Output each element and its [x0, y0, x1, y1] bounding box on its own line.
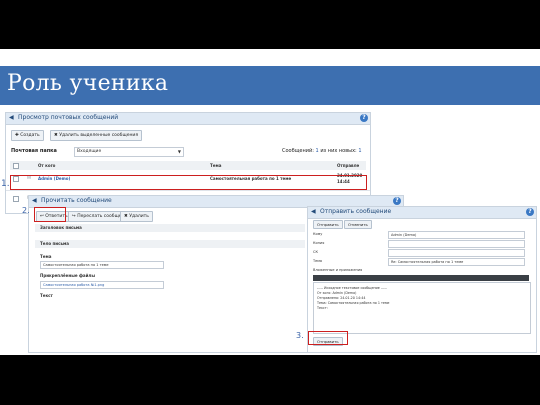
- slide-title: Роль ученика: [7, 71, 169, 96]
- create-icon: ✚: [15, 133, 19, 138]
- step-2-label: 2.: [22, 206, 30, 215]
- delete-selected-button[interactable]: ✖ Удалить выделенные сообщения: [50, 130, 143, 141]
- quote-line-5: Текст:: [317, 306, 328, 310]
- row-checkbox[interactable]: [13, 196, 19, 202]
- create-button[interactable]: ✚ Создать: [11, 130, 44, 141]
- new-count: 1: [358, 148, 362, 154]
- col-sent: Отправле: [337, 163, 360, 168]
- attachment-link[interactable]: Самостоятельная работа №1.png: [43, 283, 104, 287]
- letter-body-section: Тело письма: [35, 240, 305, 248]
- editor-toolbar[interactable]: [313, 275, 529, 281]
- attachment-field: Самостоятельная работа №1.png: [40, 281, 164, 289]
- cancel-label: Отменить: [348, 222, 368, 227]
- folder-label: Почтовая папка: [11, 148, 57, 154]
- highlight-send-button: [308, 331, 348, 345]
- messages-count-label: Сообщений: 1 из них новых: 1: [282, 148, 362, 154]
- viewer-title: Прочитать сообщение: [41, 197, 112, 204]
- viewer-delete-button[interactable]: ✖ Удалить: [120, 211, 153, 222]
- help-icon[interactable]: ?: [360, 114, 368, 122]
- col-from: От кого: [38, 163, 56, 168]
- quote-line-3: Отправлено: 24.01.20 14:44: [317, 296, 366, 300]
- quote-line-4: Тема: Самостоятельная работа по 1 теме: [317, 301, 390, 305]
- subject-field: Самостоятельная работа по 1 теме: [40, 261, 164, 269]
- highlight-message-row: [10, 175, 367, 190]
- attachments-label: Вложенные и приложения: [313, 268, 363, 272]
- reply-subject-field[interactable]: Re: Самостоятельная работа по 1 теме: [388, 258, 525, 266]
- message-editor[interactable]: ----- Исходное текстовое сообщение -----…: [313, 282, 531, 334]
- back-arrow-icon[interactable]: ◀: [32, 197, 37, 204]
- attachments-label: Прикреплённые файлы: [40, 273, 95, 278]
- messages-count: 1: [315, 148, 319, 154]
- delete-icon: ✖: [124, 214, 128, 219]
- folder-value: Входящие: [77, 149, 102, 154]
- send-button[interactable]: Отправить: [313, 220, 343, 229]
- subject-label: Тема: [40, 254, 52, 259]
- reply-subject-label: Тема: [313, 259, 323, 263]
- select-all-checkbox[interactable]: [13, 163, 19, 169]
- mailbox-title: Просмотр почтовых сообщений: [18, 114, 119, 121]
- quote-line-2: От кого: Admin (Demo): [317, 291, 357, 295]
- reply-header: ◀ Отправить сообщение ?: [308, 207, 536, 219]
- back-arrow-icon[interactable]: ◀: [9, 114, 14, 121]
- col-subject: Тема: [210, 163, 222, 168]
- row-divider: [6, 190, 370, 191]
- mailbox-header: ◀ Просмотр почтовых сообщений ?: [6, 113, 370, 125]
- hidden-copy-label: СК: [313, 250, 318, 254]
- hidden-copy-field[interactable]: [388, 249, 525, 257]
- help-icon[interactable]: ?: [526, 208, 534, 216]
- slide: Роль ученика ◀ Просмотр почтовых сообщен…: [0, 49, 540, 355]
- send-label: Отправить: [317, 222, 339, 227]
- copy-label: Копия: [313, 241, 325, 245]
- copy-field[interactable]: [388, 240, 525, 248]
- create-label: Создать: [20, 133, 40, 138]
- letter-header-title: Заголовок письма: [40, 225, 82, 230]
- back-arrow-icon[interactable]: ◀: [311, 208, 316, 215]
- help-icon[interactable]: ?: [393, 197, 401, 205]
- text-label: Текст: [40, 293, 53, 298]
- letter-header-section: Заголовок письма: [35, 224, 305, 232]
- letter-body-title: Тело письма: [40, 241, 69, 246]
- delete-selected-label: Удалить выделенные сообщения: [59, 133, 139, 138]
- delete-icon: ✖: [54, 133, 58, 138]
- title-bar: Роль ученика: [0, 66, 540, 105]
- reply-title: Отправить сообщение: [320, 208, 392, 215]
- forward-icon: ↪: [72, 214, 76, 219]
- new-label: из них новых:: [320, 148, 357, 154]
- quote-line-1: ----- Исходное текстовое сообщение -----: [317, 286, 387, 290]
- highlight-reply-button: [34, 207, 66, 222]
- cancel-button[interactable]: Отменить: [344, 220, 372, 229]
- chevron-down-icon: ▼: [177, 149, 181, 154]
- table-header: От кого Тема Отправле: [10, 161, 366, 170]
- to-label: Кому: [313, 232, 323, 236]
- folder-select[interactable]: Входящие ▼: [74, 147, 184, 157]
- step-3-label: 3.: [296, 331, 304, 340]
- to-field[interactable]: Admin (Demo): [388, 231, 525, 239]
- viewer-delete-label: Удалить: [129, 214, 149, 219]
- messages-label: Сообщений:: [282, 148, 314, 154]
- step-1-label: 1.: [1, 179, 10, 189]
